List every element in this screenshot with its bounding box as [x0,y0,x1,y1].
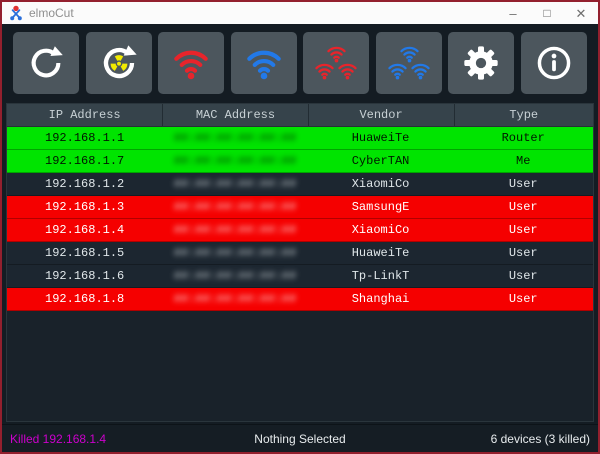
cell-mac: ##:##:##:##:##:## [162,150,307,172]
cell-type: User [508,223,538,237]
cell-ip: 192.168.1.6 [45,269,125,283]
redacted-mac: ##:##:##:##:##:## [173,246,297,260]
toolbar [2,24,598,102]
wifi-red-icon [170,42,212,84]
redacted-mac: ##:##:##:##:##:## [173,154,297,168]
cell-vendor: Shanghai [351,292,410,306]
table-row[interactable]: 192.168.1.6 ##:##:##:##:##:## Tp-LinkT U… [7,265,593,288]
cell-type: User [508,246,538,260]
refresh-radioactive-icon [99,43,139,83]
cell-vendor: CyberTAN [351,154,410,168]
cell-type: User [508,269,538,283]
titlebar: elmoCut – □ ✕ [2,2,598,24]
table-row[interactable]: 192.168.1.8 ##:##:##:##:##:## Shanghai U… [7,288,593,311]
cell-type: Router [501,131,545,145]
cell-vendor: XiaomiCo [351,177,410,191]
redacted-mac: ##:##:##:##:##:## [173,292,297,306]
cell-ip: 192.168.1.3 [45,200,125,214]
cell-type: User [508,292,538,306]
table-empty-area[interactable] [7,311,593,421]
status-selection-label: Nothing Selected [254,431,346,446]
cell-vendor: XiaomiCo [351,223,410,237]
window-title: elmoCut [29,6,74,20]
refresh-button[interactable] [13,32,79,94]
kill-button[interactable] [158,32,225,94]
status-devices-label: 6 devices (3 killed) [490,431,590,446]
redacted-mac: ##:##:##:##:##:## [173,200,297,214]
cell-ip: 192.168.1.1 [45,131,125,145]
table-row[interactable]: 192.168.1.3 ##:##:##:##:##:## SamsungE U… [7,196,593,219]
cell-type: User [508,177,538,191]
cell-type: User [508,200,538,214]
table-row[interactable]: 192.168.1.2 ##:##:##:##:##:## XiaomiCo U… [7,173,593,196]
cell-mac: ##:##:##:##:##:## [162,265,307,287]
redacted-mac: ##:##:##:##:##:## [173,269,297,283]
wifi-multi-blue-icon [386,42,432,84]
statusbar: Killed 192.168.1.4 Nothing Selected 6 de… [2,424,598,452]
maximize-button[interactable]: □ [530,2,564,24]
unkill-all-button[interactable] [375,32,442,94]
elmocut-window: elmoCut – □ ✕ IP Address MAC Address Ven… [0,0,600,454]
cell-ip: 192.168.1.5 [45,246,125,260]
close-button[interactable]: ✕ [564,2,598,24]
cell-ip: 192.168.1.7 [45,154,125,168]
header-type[interactable]: Type [453,104,593,126]
elmocut-scissors-logo-icon [10,5,22,21]
cell-mac: ##:##:##:##:##:## [162,173,307,195]
redacted-mac: ##:##:##:##:##:## [173,131,297,145]
header-vendor[interactable]: Vendor [307,104,454,126]
device-table: IP Address MAC Address Vendor Type 192.1… [6,103,594,422]
cell-vendor: HuaweiTe [351,131,410,145]
wifi-blue-icon [243,42,285,84]
cell-mac: ##:##:##:##:##:## [162,219,307,241]
cell-mac: ##:##:##:##:##:## [162,288,307,310]
cell-type: Me [516,154,531,168]
cell-ip: 192.168.1.4 [45,223,125,237]
redacted-mac: ##:##:##:##:##:## [173,177,297,191]
unkill-button[interactable] [230,32,297,94]
settings-button[interactable] [448,32,515,94]
gear-icon [464,46,499,80]
table-header-row: IP Address MAC Address Vendor Type [7,104,593,127]
kill-all-button[interactable] [303,32,370,94]
cell-ip: 192.168.1.2 [45,177,125,191]
cell-mac: ##:##:##:##:##:## [162,127,307,149]
kill-scan-button[interactable] [85,32,152,94]
about-button[interactable] [520,32,587,94]
cell-vendor: SamsungE [351,200,410,214]
table-row[interactable]: 192.168.1.4 ##:##:##:##:##:## XiaomiCo U… [7,219,593,242]
info-icon [537,46,571,80]
minimize-button[interactable]: – [496,2,530,24]
wifi-multi-red-icon [313,42,359,84]
cell-ip: 192.168.1.8 [45,292,125,306]
header-ip-address[interactable]: IP Address [7,104,162,126]
status-killed-label: Killed 192.168.1.4 [10,431,107,446]
cell-mac: ##:##:##:##:##:## [162,242,307,264]
table-row[interactable]: 192.168.1.5 ##:##:##:##:##:## HuaweiTe U… [7,242,593,265]
table-row[interactable]: 192.168.1.1 ##:##:##:##:##:## HuaweiTe R… [7,127,593,150]
cell-vendor: HuaweiTe [351,246,410,260]
redacted-mac: ##:##:##:##:##:## [173,223,297,237]
cell-mac: ##:##:##:##:##:## [162,196,307,218]
table-row[interactable]: 192.168.1.7 ##:##:##:##:##:## CyberTAN M… [7,150,593,173]
header-mac-address[interactable]: MAC Address [162,104,307,126]
cell-vendor: Tp-LinkT [351,269,410,283]
refresh-icon [27,44,65,82]
